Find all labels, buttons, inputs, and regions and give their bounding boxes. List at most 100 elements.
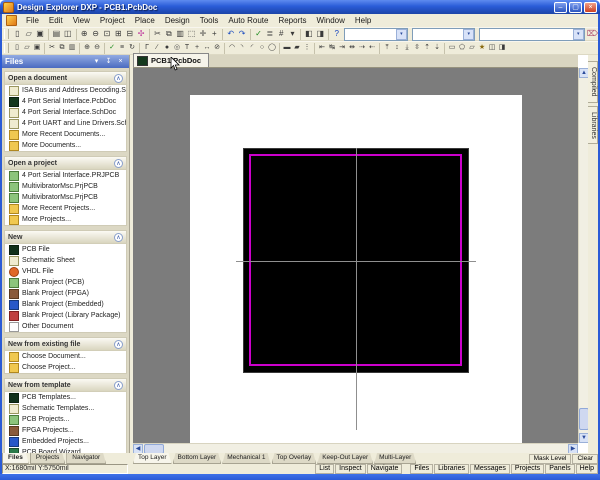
align-top-button[interactable]: ⤒: [382, 42, 392, 54]
project-options-button[interactable]: ≡: [117, 42, 127, 54]
redo-button[interactable]: ↷: [236, 28, 247, 40]
minimize-button[interactable]: –: [554, 2, 567, 13]
file-item[interactable]: Schematic Templates...: [5, 403, 126, 414]
place-arc-angles-button[interactable]: ◜: [247, 42, 257, 54]
copy-object-button[interactable]: ⧉: [57, 42, 67, 54]
file-item[interactable]: 4 Port Serial Interface.PcbDoc: [5, 96, 126, 107]
file-item[interactable]: Embedded Projects...: [5, 436, 126, 447]
file-item[interactable]: Other Document: [5, 321, 126, 332]
room-split-button[interactable]: ◫: [487, 42, 497, 54]
increase-h-spacing-button[interactable]: ⇢: [357, 42, 367, 54]
panel-tab-files[interactable]: Files: [2, 453, 29, 464]
menu-view[interactable]: View: [68, 15, 95, 26]
menu-reports[interactable]: Reports: [273, 15, 311, 26]
panel-close-icon[interactable]: ×: [115, 56, 126, 67]
pcb-workspace[interactable]: [133, 68, 578, 443]
status-button-panels[interactable]: Panels: [545, 464, 574, 474]
status-button-libraries[interactable]: Libraries: [434, 464, 469, 474]
collapse-chevron-icon[interactable]: ∧: [114, 381, 123, 390]
collapse-chevron-icon[interactable]: ∧: [114, 233, 123, 242]
decrease-v-spacing-button[interactable]: ⇣: [432, 42, 442, 54]
tab-libraries[interactable]: Libraries: [588, 106, 598, 145]
panel-tab-projects[interactable]: Projects: [30, 453, 65, 464]
footprint-down-button[interactable]: ◨: [315, 28, 326, 40]
room-wizard-button[interactable]: ★: [477, 42, 487, 54]
design-check-button[interactable]: ✓: [253, 28, 264, 40]
file-item[interactable]: PCB Projects...: [5, 414, 126, 425]
cross-probe-button[interactable]: +: [209, 28, 220, 40]
move-selection-button[interactable]: ✛: [197, 28, 208, 40]
file-item[interactable]: VHDL File: [5, 266, 126, 277]
tab-compiled[interactable]: Compiled: [588, 61, 598, 103]
layer-tab-top-overlay[interactable]: Top Overlay: [272, 453, 317, 464]
print-preview-button[interactable]: ◫: [62, 28, 73, 40]
net-combo[interactable]: ▾: [412, 28, 475, 41]
clear-button[interactable]: Clear: [572, 454, 598, 464]
file-item[interactable]: More Documents...: [5, 140, 126, 151]
file-item[interactable]: Blank Project (FPGA): [5, 288, 126, 299]
align-h-center-button[interactable]: ↹: [327, 42, 337, 54]
file-item[interactable]: 4 Port Serial Interface.PRJPCB: [5, 170, 126, 181]
place-ellipse-button[interactable]: ◯: [267, 42, 277, 54]
place-arc-edge-button[interactable]: ◠: [227, 42, 237, 54]
room-merge-button[interactable]: ◨: [497, 42, 507, 54]
file-item[interactable]: More Recent Projects...: [5, 203, 126, 214]
room-copy-format-button[interactable]: ▱: [467, 42, 477, 54]
panel-tab-navigator[interactable]: Navigator: [66, 453, 106, 464]
filter-clear-button[interactable]: ⌦: [587, 28, 598, 40]
menu-window[interactable]: Window: [311, 15, 349, 26]
chevron-down-icon[interactable]: ▾: [396, 29, 407, 40]
menu-project[interactable]: Project: [95, 15, 130, 26]
place-solid-region-button[interactable]: ▰: [292, 42, 302, 54]
menu-auto-route[interactable]: Auto Route: [223, 15, 273, 26]
zoom-document-button[interactable]: ⊞: [113, 28, 124, 40]
cut-object-button[interactable]: ✂: [47, 42, 57, 54]
paste-object-button[interactable]: ▥: [67, 42, 77, 54]
chevron-down-icon[interactable]: ▾: [463, 29, 474, 40]
align-v-center-button[interactable]: ↕: [392, 42, 402, 54]
layer-tab-bottom-layer[interactable]: Bottom Layer: [173, 453, 222, 464]
file-item[interactable]: 4 Port UART and Line Drivers.SchDoc: [5, 118, 126, 129]
toolbar-drag-handle[interactable]: [4, 43, 9, 53]
chevron-down-icon[interactable]: ▾: [573, 29, 584, 40]
section-header[interactable]: Open a document∧: [5, 72, 126, 85]
select-area-button[interactable]: ⬚: [186, 28, 197, 40]
room-rectangle-button[interactable]: ▭: [447, 42, 457, 54]
status-button-navigate[interactable]: Navigate: [367, 464, 403, 474]
snap-grid-dropdown-button[interactable]: ▾: [287, 28, 298, 40]
file-item[interactable]: More Recent Documents...: [5, 129, 126, 140]
increase-v-spacing-button[interactable]: ⇡: [422, 42, 432, 54]
layer-tab-mechanical-1[interactable]: Mechanical 1: [222, 453, 270, 464]
snap-grid-button[interactable]: #: [276, 28, 287, 40]
file-item[interactable]: FPGA Projects...: [5, 425, 126, 436]
file-item[interactable]: MultivibratorMsc.PrjPCB: [5, 192, 126, 203]
toolbar-drag-handle[interactable]: [4, 29, 9, 39]
copy-button[interactable]: ⧉: [163, 28, 174, 40]
open-document-button[interactable]: ▱: [23, 28, 34, 40]
file-item[interactable]: PCB Templates...: [5, 392, 126, 403]
zoom-selected-button[interactable]: ⊟: [124, 28, 135, 40]
layer-tab-keep-out-layer[interactable]: Keep-Out Layer: [317, 453, 373, 464]
remove-from-project-button[interactable]: ⊖: [92, 42, 102, 54]
panel-pin-icon[interactable]: ↧: [103, 56, 114, 67]
align-bottom-button[interactable]: ⤓: [402, 42, 412, 54]
file-item[interactable]: Choose Project...: [5, 362, 126, 373]
decrease-h-spacing-button[interactable]: ⇠: [367, 42, 377, 54]
file-item[interactable]: ISA Bus and Address Decoding.SchDoc: [5, 85, 126, 96]
status-button-projects[interactable]: Projects: [511, 464, 544, 474]
mask-level-button[interactable]: Mask Level: [529, 454, 572, 464]
section-header[interactable]: New from template∧: [5, 379, 126, 392]
save-doc-button[interactable]: ▣: [32, 42, 42, 54]
align-right-button[interactable]: ⇥: [337, 42, 347, 54]
panel-menu-icon[interactable]: ▾: [91, 56, 102, 67]
undo-button[interactable]: ↶: [225, 28, 236, 40]
status-button-help[interactable]: Help: [576, 464, 598, 474]
status-button-inspect[interactable]: Inspect: [335, 464, 366, 474]
variant-combo[interactable]: ▾: [344, 28, 407, 41]
status-button-files[interactable]: Files: [410, 464, 433, 474]
horizontal-scrollbar[interactable]: ◀ ▶: [133, 443, 578, 453]
dxp-menu-icon[interactable]: [6, 15, 17, 26]
place-fill-button[interactable]: ▬: [282, 42, 292, 54]
status-button-list[interactable]: List: [315, 464, 334, 474]
new-document-button[interactable]: ▯: [12, 28, 23, 40]
